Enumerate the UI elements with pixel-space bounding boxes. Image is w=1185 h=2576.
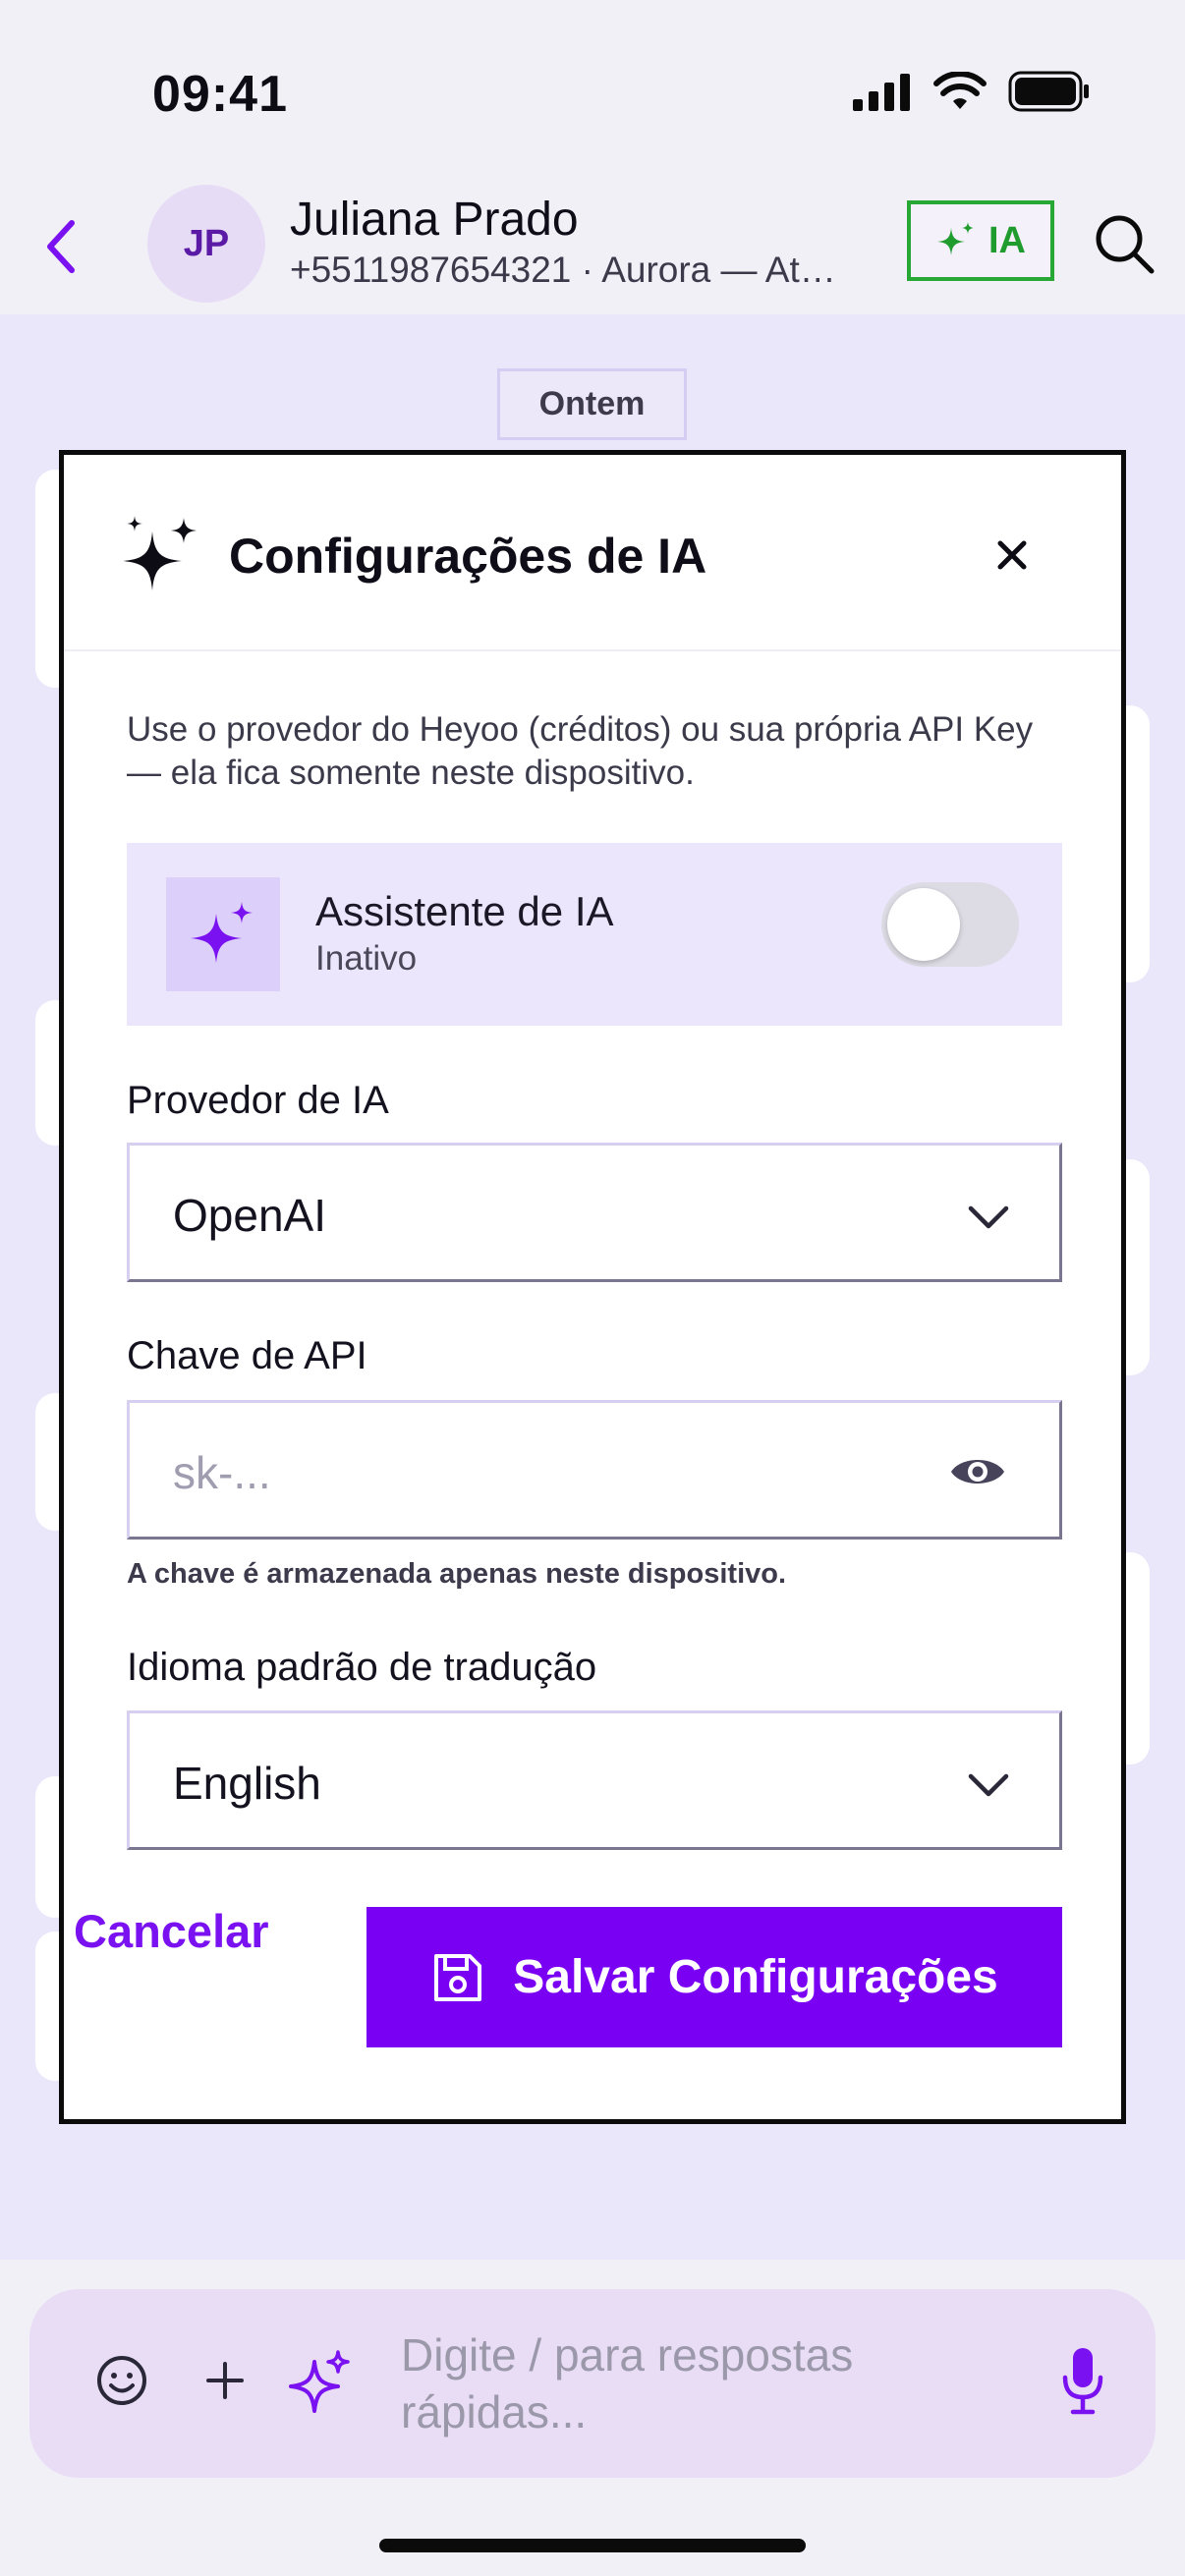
provider-select[interactable]: OpenAI (127, 1143, 1062, 1282)
api-key-helper: A chave é armazenada apenas neste dispos… (127, 1558, 787, 1590)
avatar[interactable]: JP (147, 185, 265, 303)
assistant-status: Inativo (315, 939, 418, 978)
sparkles-icon (123, 516, 197, 590)
assistant-icon-box (166, 877, 280, 991)
chevron-left-icon (47, 220, 75, 273)
toggle-knob (887, 888, 960, 961)
provider-value: OpenAI (173, 1190, 326, 1241)
back-button[interactable] (37, 212, 85, 281)
sparkles-icon (191, 902, 253, 963)
battery-icon (1008, 71, 1089, 112)
contact-subtitle: +5511987654321 · Aurora — Atendimento (290, 250, 840, 290)
api-key-input[interactable]: sk-... (127, 1400, 1062, 1540)
close-button[interactable] (983, 526, 1042, 585)
status-icons (853, 71, 1091, 112)
assistant-title: Assistente de IA (315, 888, 614, 934)
language-select[interactable]: English (127, 1710, 1062, 1850)
assistant-toggle[interactable] (881, 882, 1019, 967)
message-input[interactable]: Digite / para respostas rápidas... (401, 2326, 873, 2440)
assistant-toggle-card: Assistente de IA Inativo (127, 843, 1062, 1026)
modal-description: Use o provedor do Heyoo (créditos) ou su… (127, 710, 1034, 792)
wifi-icon (933, 72, 987, 109)
ia-button[interactable]: IA (907, 200, 1054, 281)
search-button[interactable] (1093, 212, 1156, 275)
cellular-signal-icon (853, 74, 910, 111)
chevron-down-icon (968, 1205, 1009, 1229)
search-icon (1096, 215, 1155, 274)
microphone-icon[interactable] (1059, 2346, 1106, 2417)
modal-title: Configurações de IA (229, 529, 707, 584)
cancel-button[interactable]: Cancelar (74, 1904, 269, 1958)
date-chip: Ontem (497, 368, 687, 440)
sparkles-icon (937, 222, 974, 255)
language-label: Idioma padrão de tradução (127, 1646, 597, 1689)
modal-header: Configurações de IA (64, 455, 1121, 651)
api-key-label: Chave de API (127, 1334, 367, 1377)
sparkles-icon[interactable] (289, 2350, 352, 2413)
save-button[interactable]: Salvar Configurações (367, 1907, 1062, 2047)
plus-icon[interactable] (202, 2358, 248, 2403)
status-bar: 09:41 (0, 0, 1185, 177)
ia-button-label: IA (988, 219, 1026, 261)
save-icon (434, 1953, 482, 2001)
close-icon (997, 540, 1027, 570)
save-button-label: Salvar Configurações (513, 1951, 998, 2003)
provider-label: Provedor de IA (127, 1079, 389, 1122)
language-value: English (173, 1758, 321, 1809)
contact-name[interactable]: Juliana Prado (290, 193, 579, 247)
home-indicator (379, 2539, 806, 2552)
eye-icon[interactable] (949, 1450, 1006, 1493)
status-time: 09:41 (152, 66, 288, 123)
message-composer: Digite / para respostas rápidas... (29, 2289, 1156, 2478)
chevron-down-icon (968, 1773, 1009, 1797)
emoji-icon[interactable] (94, 2353, 149, 2408)
chat-header: JP Juliana Prado +5511987654321 · Aurora… (0, 177, 1185, 314)
ai-settings-modal: Configurações de IA Use o provedor do He… (59, 450, 1126, 2124)
api-key-placeholder: sk-... (173, 1447, 271, 1498)
